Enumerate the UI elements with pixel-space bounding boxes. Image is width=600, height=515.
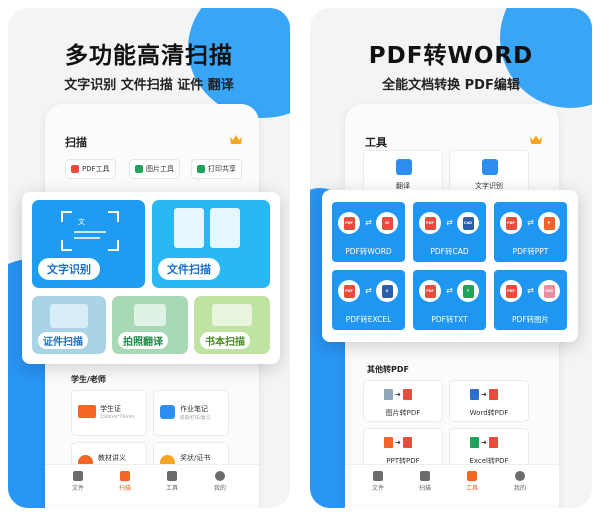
other-image-to-pdf[interactable]: ➜ 图片转PDF [363,380,443,422]
pdf-file-icon: PDF [500,280,522,302]
convert-arrow-icon: ⇄ [446,286,453,295]
printer-icon [197,165,205,173]
feature-card: 文 文字识别 文件扫描 证件扫描 拍照翻译 书本扫描 [22,192,280,364]
camera-icon [420,471,430,481]
headline: 多功能高清扫描 [65,43,233,69]
pdf-file-icon: PDF [338,280,360,302]
pdf-file-icon: PDF [338,212,360,234]
convert-pdf-to-image[interactable]: PDF ⇄ IMG PDF转图片 [494,270,567,330]
image-icon [135,165,143,173]
grid-icon [467,471,477,481]
pdf-file-icon [402,389,412,400]
tab-scan[interactable]: 扫描 [410,471,440,492]
tab-files[interactable]: 文件 [363,471,393,492]
screen-title: 扫描 [65,136,87,149]
bottom-tabbar: 文件 扫描 工具 我的 [45,464,259,504]
folder-icon [373,471,383,481]
convert-arrow-icon: ⇄ [527,286,534,295]
document-icon [210,208,240,248]
tab-profile[interactable]: 我的 [205,471,235,492]
pdf-icon [71,165,79,173]
pdf-file-icon [402,437,412,448]
card-homework[interactable]: 作业笔记 提取/打印/复习 [153,390,229,436]
pdf-file-icon: PDF [419,280,441,302]
tab-scan[interactable]: 扫描 [110,471,140,492]
tab-tools[interactable]: 工具 [157,471,187,492]
pdf-tools-chip[interactable]: PDF工具 [65,159,116,179]
pdf-file-icon: PDF [419,212,441,234]
tile-text-recognition[interactable]: 文 文字识别 [32,200,145,288]
tool-text-recognition[interactable]: 文字识别 [449,150,529,194]
folder-icon [73,471,83,481]
file-scan-label: 文件扫描 [158,258,220,280]
translate-icon [396,159,412,175]
user-icon [215,471,225,481]
convert-pdf-to-txt[interactable]: PDF ⇄ T PDF转TXT [413,270,486,330]
svg-text:文: 文 [78,217,85,226]
convert-arrow-icon: ⇄ [365,218,372,227]
pdf-file-icon [488,437,498,448]
converter-card: PDF ⇄ W PDF转WORD PDF ⇄ CAD PDF转CAD PDF ⇄… [322,190,578,342]
id-scan-label: 证件扫描 [38,332,88,349]
convert-pdf-to-word[interactable]: PDF ⇄ W PDF转WORD [332,202,405,262]
convert-pdf-to-ppt[interactable]: PDF ⇄ P PDF转PPT [494,202,567,262]
pdf-file-icon: PDF [500,212,522,234]
id-card-icon [50,304,88,328]
card-student-id[interactable]: 学生证 150mm*70mm [71,390,147,436]
pdf-promo-panel: PDF转WORD 全能文档转换 PDF编辑 工具 翻译 文字识别 其他转PDF … [310,8,592,508]
convert-pdf-to-excel[interactable]: PDF ⇄ X PDF转EXCEL [332,270,405,330]
image-file-icon [384,389,393,400]
scan-frame-icon: 文 [61,211,119,251]
user-icon [515,471,525,481]
id-card-icon [78,405,96,418]
camera-icon [134,304,166,326]
camera-icon [120,471,130,481]
word-file-icon [470,389,479,400]
word-file-icon: W [376,212,398,234]
document-icon [174,208,204,248]
cad-file-icon: CAD [457,212,479,234]
bottom-tabbar: 文件 扫描 工具 我的 [345,464,559,504]
other-word-to-pdf[interactable]: ➜ Word转PDF [449,380,529,422]
ppt-file-icon [384,437,393,448]
section-title: 学生/老师 [71,375,106,384]
pdf-file-icon [488,389,498,400]
tool-translate[interactable]: 翻译 [363,150,443,194]
print-share-chip[interactable]: 打印共享 [191,159,242,179]
grid-icon [167,471,177,481]
screen-title: 工具 [365,136,387,149]
tab-profile[interactable]: 我的 [505,471,535,492]
subheadline: 全能文档转换 PDF编辑 [382,78,520,93]
image-file-icon: IMG [538,280,560,302]
txt-file-icon: T [457,280,479,302]
tab-files[interactable]: 文件 [63,471,93,492]
headline: PDF转WORD [368,43,534,69]
excel-file-icon: X [376,280,398,302]
convert-arrow-icon: ⇄ [446,218,453,227]
image-tools-chip[interactable]: 图片工具 [129,159,180,179]
ocr-icon [482,159,498,175]
convert-arrow-icon: ⇄ [527,218,534,227]
crown-icon[interactable] [529,134,543,145]
ppt-file-icon: P [538,212,560,234]
text-recognition-label: 文字识别 [38,258,100,280]
tab-tools[interactable]: 工具 [457,471,487,492]
tile-id-scan[interactable]: 证件扫描 [32,296,106,354]
convert-arrow-icon: ⇄ [365,286,372,295]
convert-pdf-to-cad[interactable]: PDF ⇄ CAD PDF转CAD [413,202,486,262]
tile-file-scan[interactable]: 文件扫描 [152,200,270,288]
scan-promo-panel: 多功能高清扫描 文字识别 文件扫描 证件 翻译 扫描 PDF工具 图片工具 打印… [8,8,290,508]
tile-book-scan[interactable]: 书本扫描 [194,296,270,354]
book-scan-label: 书本扫描 [200,332,250,349]
tile-photo-translate[interactable]: 拍照翻译 [112,296,188,354]
notebook-icon [160,405,175,419]
photo-translate-label: 拍照翻译 [118,332,168,349]
excel-file-icon [470,437,479,448]
subheadline: 文字识别 文件扫描 证件 翻译 [64,78,234,93]
book-icon [212,304,252,326]
crown-icon[interactable] [229,134,243,145]
section-title: 其他转PDF [367,365,409,374]
